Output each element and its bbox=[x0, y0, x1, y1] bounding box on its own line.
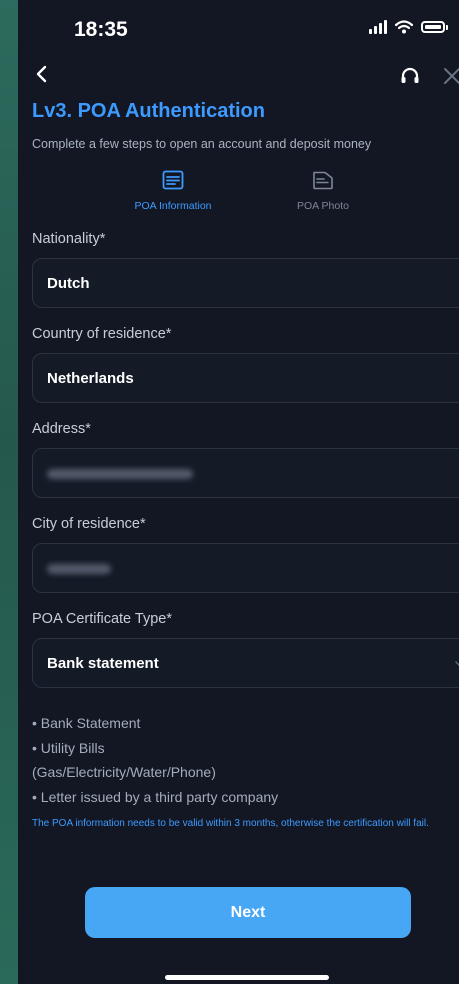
step-poa-information[interactable]: POA Information bbox=[113, 170, 233, 212]
signal-icon bbox=[369, 20, 387, 34]
city-of-residence-field[interactable] bbox=[32, 543, 459, 593]
headset-icon[interactable] bbox=[398, 64, 422, 88]
step-label: POA Information bbox=[134, 200, 212, 212]
certificate-type-label: POA Certificate Type* bbox=[32, 611, 172, 627]
city-of-residence-label: City of residence* bbox=[32, 516, 146, 532]
chevron-down-icon bbox=[455, 661, 459, 667]
country-of-residence-value: Netherlands bbox=[47, 370, 134, 387]
country-of-residence-field[interactable]: Netherlands bbox=[32, 353, 459, 403]
close-icon[interactable] bbox=[440, 64, 459, 88]
next-button[interactable]: Next bbox=[85, 887, 411, 938]
document-lines-icon bbox=[162, 170, 184, 190]
certificate-types-list: • Bank Statement • Utility Bills (Gas/El… bbox=[32, 711, 278, 809]
list-item: (Gas/Electricity/Water/Phone) bbox=[32, 764, 216, 780]
document-photo-icon bbox=[313, 171, 333, 190]
wifi-icon bbox=[395, 20, 413, 34]
nationality-value: Dutch bbox=[47, 275, 90, 292]
page-title: Lv3. POA Authentication bbox=[32, 100, 265, 122]
list-item: • Bank Statement bbox=[32, 715, 141, 731]
list-item: • Letter issued by a third party company bbox=[32, 788, 279, 805]
list-item: • Utility Bills bbox=[32, 739, 105, 756]
address-field[interactable] bbox=[32, 448, 459, 498]
battery-icon bbox=[421, 21, 448, 33]
back-arrow-icon[interactable] bbox=[30, 62, 54, 86]
certificate-type-value: Bank statement bbox=[47, 655, 159, 672]
validity-notice: The POA information needs to be valid wi… bbox=[32, 818, 429, 829]
nationality-label: Nationality* bbox=[32, 231, 106, 247]
status-bar: 18:35 bbox=[18, 0, 459, 60]
home-indicator bbox=[165, 975, 329, 980]
step-label: POA Photo bbox=[297, 200, 349, 212]
step-poa-photo[interactable]: POA Photo bbox=[263, 170, 383, 212]
status-icons bbox=[369, 20, 448, 34]
address-value-redacted bbox=[47, 469, 193, 479]
address-label: Address* bbox=[32, 421, 91, 437]
status-time: 18:35 bbox=[74, 18, 128, 41]
page-subtitle: Complete a few steps to open an account … bbox=[32, 137, 372, 151]
app-screen: 18:35 Lv3. POA Authentication Complete a… bbox=[18, 0, 459, 984]
nationality-field[interactable]: Dutch bbox=[32, 258, 459, 308]
country-of-residence-label: Country of residence* bbox=[32, 326, 172, 342]
certificate-type-select[interactable]: Bank statement bbox=[32, 638, 459, 688]
city-value-redacted bbox=[47, 564, 111, 574]
